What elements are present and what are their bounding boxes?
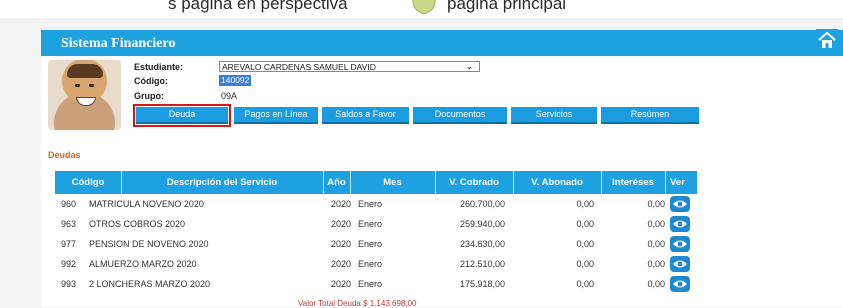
tab-pagos-en-linea[interactable]: Pagos en Línea	[234, 107, 318, 124]
col-v-cobrado: V. Cobrado	[449, 177, 499, 188]
row-mes: Enero	[358, 219, 383, 229]
view-eye-icon[interactable]	[670, 256, 690, 272]
table-header: Código Descripción del Servicio Año Mes …	[55, 171, 697, 194]
student-photo	[48, 60, 121, 130]
home-icon[interactable]	[816, 29, 838, 51]
app-title: Sistema Financiero	[61, 36, 176, 51]
app-header: Sistema Financiero	[41, 30, 843, 56]
row-v-abonado: 0,00	[576, 219, 594, 229]
row-descripcion: OTROS COBROS 2020	[89, 219, 186, 229]
row-descripcion: MATRICULA NOVENO 2020	[89, 199, 204, 209]
row-v-cobrado: 260.700,00	[459, 199, 505, 209]
row-codigo: 992	[61, 259, 77, 269]
row-v-cobrado: 234.630,00	[459, 239, 505, 249]
top-caption-band: s página en perspectiva página principal	[0, 0, 843, 18]
codigo-label: Código:	[134, 76, 168, 86]
row-mes: Enero	[358, 259, 383, 269]
grupo-label: Grupo:	[134, 91, 164, 101]
row-mes: Enero	[358, 239, 383, 249]
row-mes: Enero	[358, 199, 383, 209]
row-anio: 2020	[331, 199, 352, 209]
row-intereses: 0,00	[647, 259, 665, 269]
row-codigo: 977	[61, 239, 77, 249]
chevron-down-icon: ⌄	[465, 61, 473, 71]
table-row: 963 OTROS COBROS 2020 2020 Enero 259.940,00 0…	[55, 215, 697, 234]
tab-documentos[interactable]: Documentos	[413, 107, 507, 124]
row-v-abonado: 0,00	[576, 239, 594, 249]
row-descripcion: 2 LONCHERAS MARZO 2020	[89, 279, 211, 289]
table-row: 992 ALMUERZO MARZO 2020 2020 Enero 212.510,0…	[55, 255, 697, 274]
col-intereses: Interéses	[612, 177, 654, 188]
row-codigo: 960	[61, 199, 77, 209]
estudiante-label: Estudiante:	[134, 62, 184, 72]
caption-left: s página en perspectiva	[168, 0, 348, 13]
row-v-abonado: 0,00	[576, 259, 594, 269]
row-v-cobrado: 175.918,00	[459, 279, 505, 289]
row-v-cobrado: 259.940,00	[459, 219, 505, 229]
row-intereses: 0,00	[647, 199, 665, 209]
row-anio: 2020	[331, 239, 352, 249]
col-descripcion: Descripción del Servicio	[166, 177, 278, 188]
col-ver: Ver	[670, 177, 685, 188]
row-anio: 2020	[331, 279, 352, 289]
col-codigo: Código	[71, 177, 105, 188]
tab-resumen[interactable]: Resúmen	[601, 107, 699, 124]
row-descripcion: ALMUERZO MARZO 2020	[89, 259, 197, 269]
table-row: 977 PENSION DE NOVENO 2020 2020 Enero 234.63…	[55, 235, 697, 254]
section-title: Deudas	[48, 150, 81, 160]
view-eye-icon[interactable]	[670, 276, 690, 292]
row-intereses: 0,00	[647, 279, 665, 289]
view-eye-icon[interactable]	[670, 216, 690, 232]
col-v-abonado: V. Abonado	[531, 177, 583, 188]
row-mes: Enero	[358, 279, 383, 289]
row-intereses: 0,00	[647, 239, 665, 249]
table-row: 993 2 LONCHERAS MARZO 2020 2020 Enero 175.91…	[55, 275, 697, 294]
row-anio: 2020	[331, 259, 352, 269]
codigo-value[interactable]: 140092	[219, 75, 252, 86]
col-mes: Mes	[383, 177, 402, 188]
row-codigo: 963	[61, 219, 77, 229]
table-row: 960 MATRICULA NOVENO 2020 2020 Enero 260.700…	[55, 195, 697, 214]
caption-right: página principal	[447, 0, 567, 13]
tab-saldos-a-favor[interactable]: Saldos a Favor	[322, 107, 409, 124]
row-codigo: 993	[61, 279, 77, 289]
view-eye-icon[interactable]	[670, 236, 690, 252]
col-anio: Año	[327, 177, 346, 188]
view-eye-icon[interactable]	[670, 196, 690, 212]
row-v-abonado: 0,00	[576, 199, 594, 209]
estudiante-select[interactable]: AREVALO CARDENAS SAMUEL DAVID ⌄	[219, 61, 480, 72]
shield-logo-icon	[412, 0, 436, 14]
row-v-abonado: 0,00	[576, 279, 594, 289]
row-v-cobrado: 212.510,00	[459, 259, 505, 269]
row-descripcion: PENSION DE NOVENO 2020	[89, 239, 209, 249]
estudiante-value: AREVALO CARDENAS SAMUEL DAVID	[222, 62, 376, 72]
row-anio: 2020	[331, 219, 352, 229]
grupo-value: 09A	[221, 91, 238, 101]
tab-servicios[interactable]: Servicios	[511, 107, 597, 124]
tab-deuda[interactable]: Deuda	[133, 104, 231, 127]
row-intereses: 0,00	[647, 219, 665, 229]
